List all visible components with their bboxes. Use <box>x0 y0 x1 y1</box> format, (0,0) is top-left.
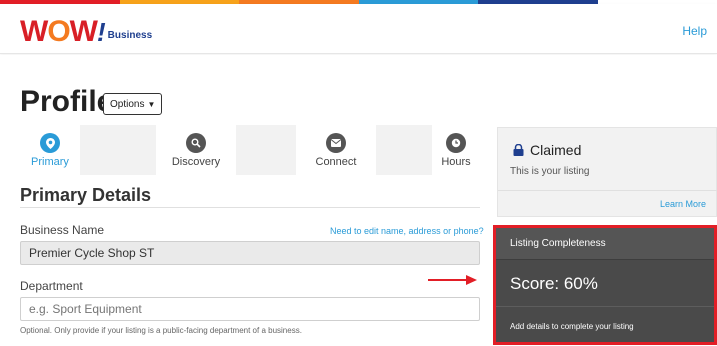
section-title: Primary Details <box>20 185 152 205</box>
business-name-field: Premier Cycle Shop ST <box>20 241 480 265</box>
search-icon <box>186 133 206 153</box>
clock-icon <box>446 133 466 153</box>
completeness-divider <box>496 306 714 307</box>
step-label: Discovery <box>171 156 221 168</box>
claimed-subtitle: This is your listing <box>510 166 590 177</box>
completeness-header: Listing Completeness <box>496 228 714 260</box>
logo-subtitle: Business <box>107 30 153 41</box>
lock-icon <box>513 144 524 156</box>
completeness-footer: Add details to complete your listing <box>510 322 634 331</box>
learn-more-link[interactable]: Learn More <box>660 199 706 209</box>
map-pin-icon <box>40 133 60 153</box>
claimed-heading: Claimed <box>513 142 581 158</box>
department-help-text: Optional. Only provide if your listing i… <box>20 326 302 335</box>
completeness-score: Score: 60% <box>510 274 598 293</box>
edit-name-address-link[interactable]: Need to edit name, address or phone? <box>330 226 484 236</box>
envelope-icon <box>326 133 346 153</box>
step-primary[interactable]: Primary <box>15 133 85 168</box>
step-label: Connect <box>315 156 357 168</box>
profile-steps-nav: Primary Discovery Connect Hours <box>20 125 480 175</box>
profile-page: Profile Options ▼ Primary Discovery Conn… <box>0 55 717 346</box>
step-discovery[interactable]: Discovery <box>161 133 231 168</box>
section-divider <box>20 207 480 208</box>
business-name-label: Business Name <box>20 223 105 237</box>
department-label: Department <box>20 279 83 293</box>
step-label: Primary <box>31 156 69 168</box>
department-input[interactable] <box>20 297 480 321</box>
help-link[interactable]: Help <box>682 24 707 38</box>
claimed-title: Claimed <box>530 142 582 158</box>
wow-business-logo[interactable]: WOW! Business <box>20 15 153 48</box>
page-title: Profile <box>20 85 114 118</box>
options-button[interactable]: Options ▼ <box>103 93 163 115</box>
options-label: Options <box>110 98 145 110</box>
listing-completeness-card: Listing Completeness Score: 60% Add deta… <box>493 225 717 345</box>
claimed-divider <box>498 190 717 191</box>
step-label: Hours <box>441 156 471 168</box>
caret-down-icon: ▼ <box>147 99 156 109</box>
completeness-title: Listing Completeness <box>510 238 606 249</box>
claimed-card: Claimed This is your listing Learn More <box>497 127 717 217</box>
site-header: WOW! Business Help <box>0 4 717 54</box>
step-connect[interactable]: Connect <box>301 133 371 168</box>
step-hours[interactable]: Hours <box>421 133 491 168</box>
logo-wordmark: WOW! <box>20 15 106 48</box>
red-arrow-icon <box>428 275 477 285</box>
